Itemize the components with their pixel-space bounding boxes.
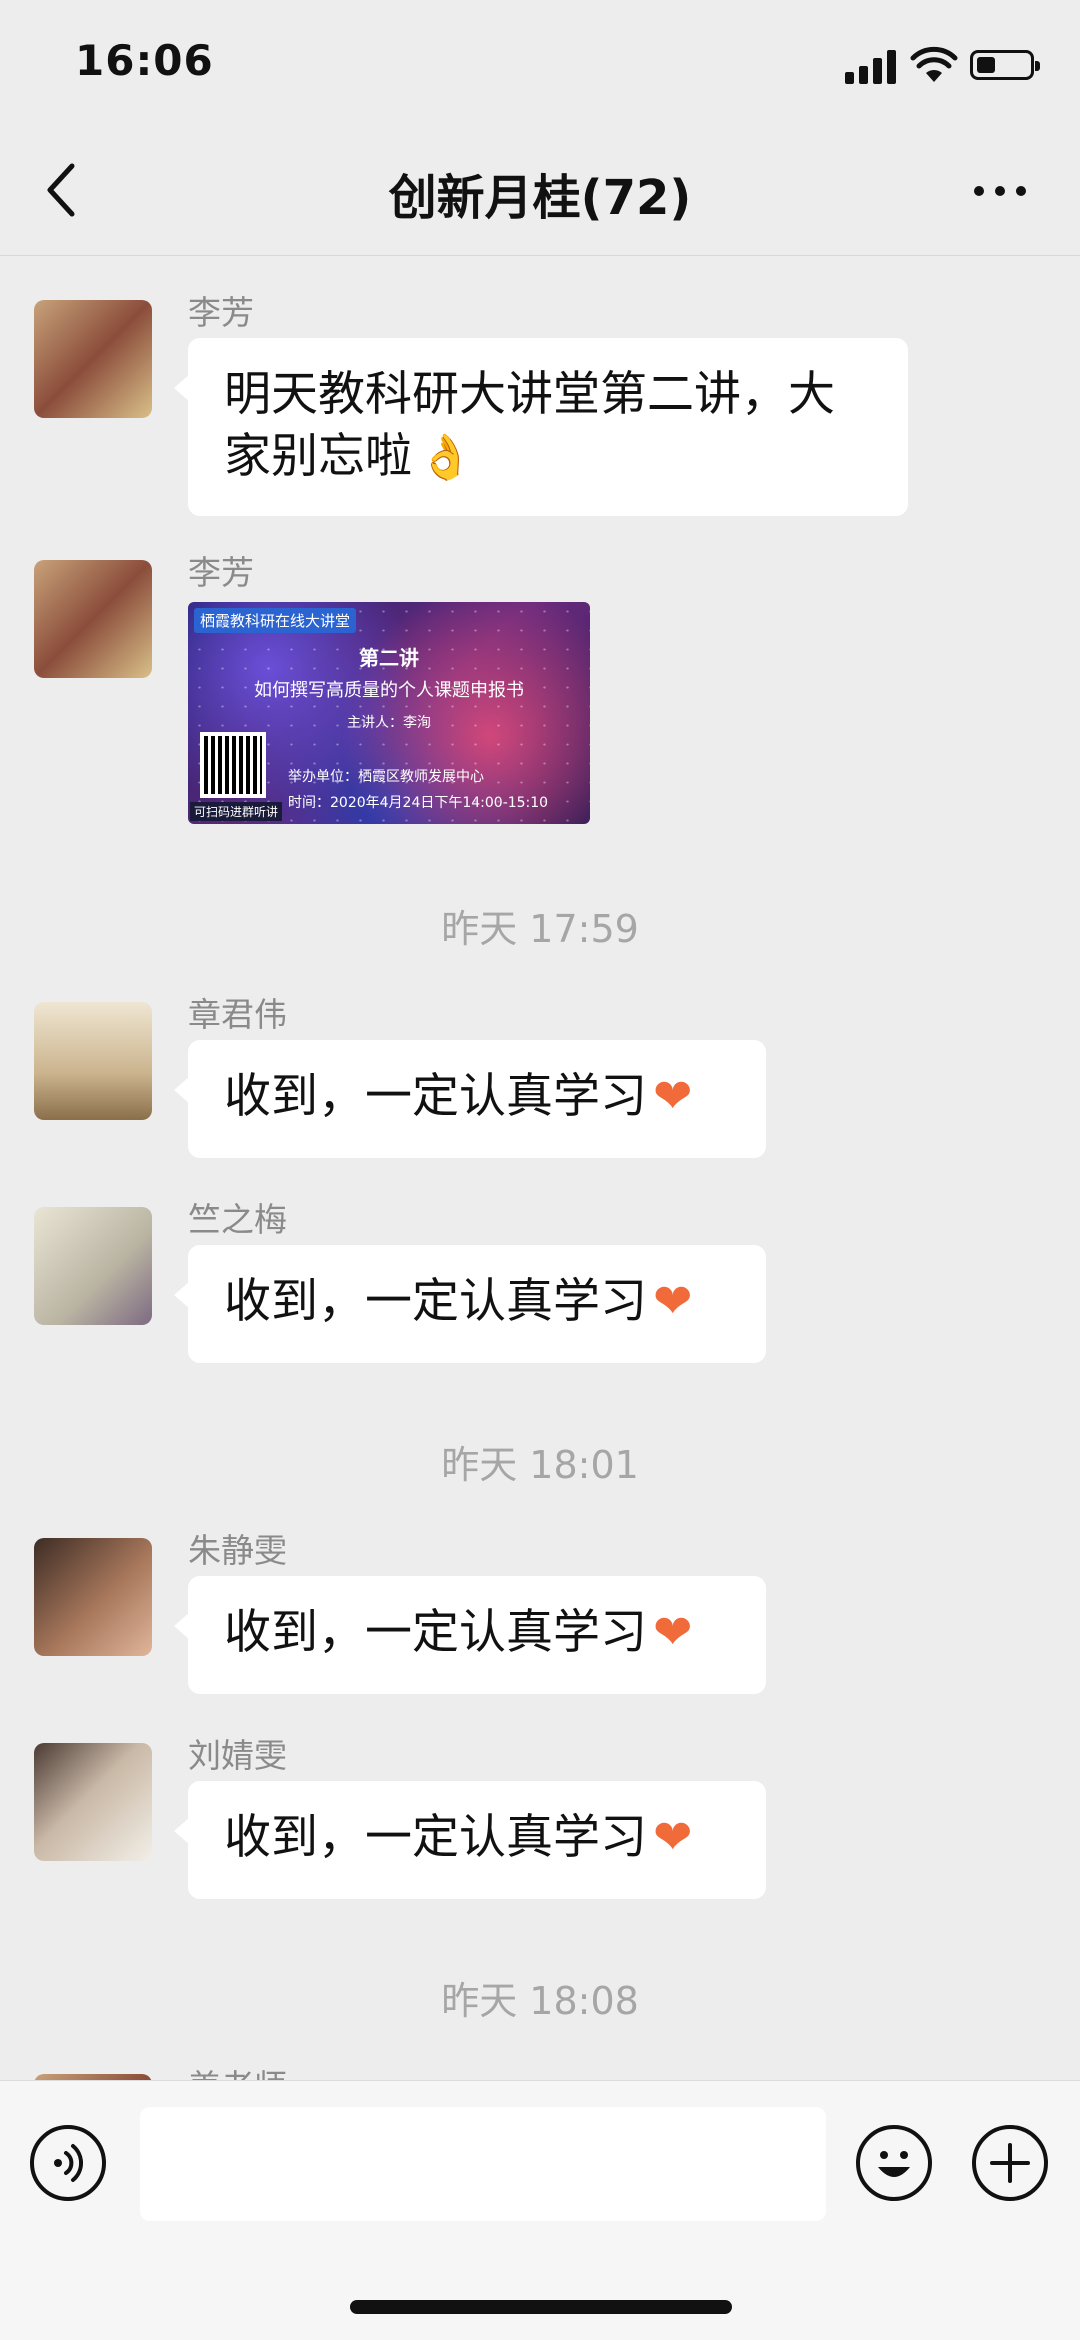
voice-icon[interactable] (30, 2125, 106, 2201)
heart-icon: ❤ (653, 1274, 693, 1329)
avatar[interactable] (34, 300, 152, 418)
avatar[interactable] (34, 1002, 152, 1120)
sender-name: 刘婧雯 (188, 1736, 287, 1775)
poster-time: 时间：2020年4月24日下午14:00-15:10 (288, 795, 549, 811)
avatar[interactable] (34, 1743, 152, 1861)
time-separator: 昨天 18:08 (441, 1979, 639, 2023)
sender-name: 竺之梅 (188, 1200, 287, 1239)
wifi-icon (910, 46, 958, 82)
poster-organizer: 举办单位：栖霞区教师发展中心 (288, 769, 484, 785)
emoji-icon[interactable] (856, 2125, 932, 2201)
more-icon[interactable] (970, 170, 1030, 210)
plus-icon[interactable] (972, 2125, 1048, 2201)
sender-name: 朱静雯 (188, 1531, 287, 1570)
avatar[interactable] (34, 560, 152, 678)
message-text: 收到，一定认真学习 (224, 1274, 647, 1329)
poster-header: 栖霞教科研在线大讲堂 (194, 608, 357, 633)
poster-image[interactable]: 栖霞教科研在线大讲堂 第二讲 如何撰写高质量的个人课题申报书 主讲人：李洵 可扫… (188, 602, 590, 824)
chat-area[interactable]: 李芳 明天教科研大讲堂第二讲，大家别忘啦 👌 李芳 栖霞教科研在线大讲堂 第二讲 … (0, 256, 1080, 2080)
heart-icon: ❤ (653, 1605, 693, 1660)
heart-icon: ❤ (653, 1810, 693, 1865)
sender-name: 章君伟 (188, 995, 287, 1034)
message-text: 收到，一定认真学习 (224, 1605, 647, 1660)
message-text: 收到，一定认真学习 (224, 1810, 647, 1865)
poster-speaker: 主讲人：李洵 (347, 715, 431, 731)
heart-icon: ❤ (653, 1069, 693, 1124)
chat-title: 创新月桂(72) (388, 170, 692, 226)
message-bubble[interactable]: 收到，一定认真学习 ❤ (174, 1576, 766, 1694)
top-bar: 16:06 创新月桂(72) (0, 0, 1080, 256)
poster-subtitle: 如何撰写高质量的个人课题申报书 (254, 680, 524, 701)
time-separator: 昨天 18:01 (441, 1443, 639, 1487)
qr-caption: 可扫码进群听讲 (190, 802, 283, 821)
message-bubble[interactable]: 收到，一定认真学习 ❤ (174, 1781, 766, 1899)
avatar[interactable] (34, 1538, 152, 1656)
poster-title: 第二讲 (359, 646, 419, 670)
message-text: 明天教科研大讲堂第二讲，大家别忘啦 (224, 367, 835, 484)
ok-hand-icon: 👌 (418, 432, 473, 483)
sender-name: 姜老师 (188, 2060, 287, 2080)
message-input[interactable] (140, 2107, 826, 2221)
home-indicator (350, 2300, 732, 2314)
message-bubble[interactable]: 收到，一定认真学习 ❤ (174, 1040, 766, 1158)
battery-icon (970, 50, 1040, 80)
qr-code (200, 732, 266, 798)
time-separator: 昨天 17:59 (441, 907, 639, 951)
sender-name: 李芳 (188, 293, 254, 332)
status-time: 16:06 (75, 36, 214, 85)
avatar[interactable] (34, 1207, 152, 1325)
message-bubble[interactable]: 收到，一定认真学习 ❤ (174, 1245, 766, 1363)
signal-icon (845, 48, 897, 84)
message-bubble[interactable]: 明天教科研大讲堂第二讲，大家别忘啦 👌 (174, 338, 908, 516)
sender-name: 李芳 (188, 553, 254, 592)
message-text: 收到，一定认真学习 (224, 1069, 647, 1124)
